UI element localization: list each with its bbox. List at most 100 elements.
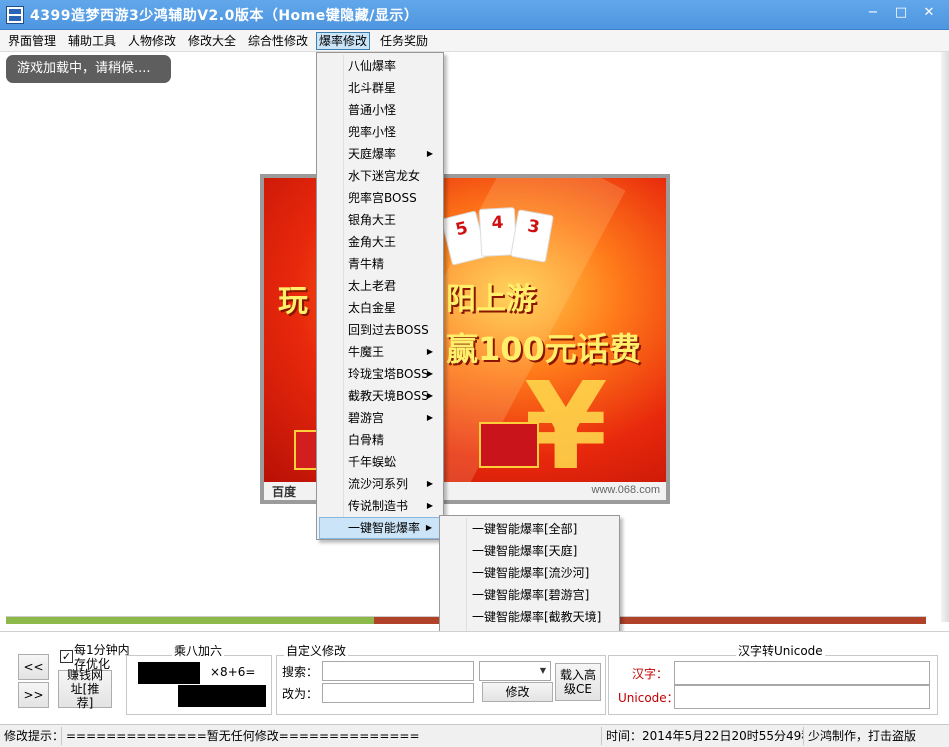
smart-drop-item[interactable]: 一键智能爆率[全部] [442,518,617,540]
modify-button[interactable]: 修改 [482,682,553,702]
unicode-input[interactable] [674,685,930,709]
multiply-result[interactable] [178,685,266,707]
drop-rate-item-label: 太白金星 [348,301,397,315]
drop-rate-item[interactable]: 北斗群星 [319,77,441,99]
loading-message: 游戏加载中，请稍候.... [6,55,171,83]
drop-rate-item[interactable]: 银角大王 [319,209,441,231]
right-scrollbar[interactable] [941,52,949,622]
menu-bar: 界面管理 辅助工具 人物修改 修改大全 综合性修改 爆率修改 任务奖励 [0,30,949,52]
drop-rate-item[interactable]: 牛魔王 ▶ [319,341,441,363]
drop-rate-item[interactable]: 太白金星 [319,297,441,319]
drop-rate-item[interactable]: 流沙河系列 ▶ [319,473,441,495]
drop-rate-item-label: 千年蜈蚣 [348,455,397,469]
menu-modify-all[interactable]: 修改大全 [186,32,238,50]
menu-interface[interactable]: 界面管理 [6,32,58,50]
menu-character[interactable]: 人物修改 [126,32,178,50]
drop-rate-item[interactable]: 太上老君 [319,275,441,297]
hanzi-input[interactable] [674,661,930,685]
drop-rate-item-label: 碧游宫 [348,411,385,425]
hanzi-label: 汉字： [632,667,669,681]
search-type-select[interactable]: ▼ [479,661,551,681]
submenu-arrow-icon: ▶ [426,501,433,510]
earn-money-button[interactable]: 赚钱网址[推荐] [58,668,112,710]
drop-rate-item[interactable]: 白骨精 [319,429,441,451]
submenu-arrow-icon: ▶ [426,413,433,422]
ad-headline-right: 阳上游 [446,282,536,317]
drop-rate-item-label: 北斗群星 [348,81,397,95]
smart-drop-item[interactable]: 一键智能爆率[天庭] [442,540,617,562]
prev-button[interactable]: << [18,654,49,680]
drop-rate-item[interactable]: 金角大王 [319,231,441,253]
drop-rate-item-label: 白骨精 [348,433,385,447]
drop-rate-item[interactable]: 一键智能爆率 ▶ [319,517,441,539]
close-button[interactable]: ✕ [911,2,947,24]
drop-rate-item[interactable]: 传说制造书 ▶ [319,495,441,517]
status-time: 时间：2014年5月22日20时55分49秒 [602,727,804,745]
search-label: 搜索： [282,665,319,679]
title-bar[interactable]: 4399造梦西游3少鸿辅助V2.0版本（Home键隐藏/显示） − □ ✕ [0,0,949,30]
status-hint-label: 修改提示： [0,727,62,745]
drop-rate-item[interactable]: 碧游宫 ▶ [319,407,441,429]
replace-input[interactable] [322,683,474,703]
drop-rate-item[interactable]: 青牛精 [319,253,441,275]
menu-drop-rate[interactable]: 爆率修改 [316,32,371,50]
drop-rate-item-label: 兜率小怪 [348,125,397,139]
ad-gift-box [479,422,539,468]
unicode-group-label: 汉字转Unicode [736,642,825,659]
multiply-group-label: 乘八加六 [172,642,225,659]
window-title: 4399造梦西游3少鸿辅助V2.0版本（Home键隐藏/显示） [30,8,419,24]
menu-quest-reward[interactable]: 任务奖励 [378,32,430,50]
drop-rate-item[interactable]: 回到过去BOSS [319,319,441,341]
drop-rate-item-label: 银角大王 [348,213,397,227]
multiply-expression: ×8+6= [210,665,256,679]
multiply-input[interactable] [138,662,200,684]
drop-rate-item[interactable]: 八仙爆率 [319,55,441,77]
custom-modify-label: 自定义修改 [284,642,349,659]
progress-fill [6,617,374,624]
drop-rate-item-label: 回到过去BOSS [348,323,429,337]
smart-drop-item[interactable]: 一键智能爆率[碧游宫] [442,584,617,606]
app-icon [6,6,24,24]
drop-rate-item[interactable]: 兜率宫BOSS [319,187,441,209]
drop-rate-item-label: 流沙河系列 [348,477,409,491]
menu-tools[interactable]: 辅助工具 [66,32,118,50]
drop-rate-item[interactable]: 截教天境BOSS ▶ [319,385,441,407]
drop-rate-item-label: 牛魔王 [348,345,385,359]
smart-drop-item[interactable]: 一键智能爆率[截教天境] [442,606,617,628]
drop-rate-item-label: 青牛精 [348,257,385,271]
drop-rate-item-label: 一键智能爆率 [348,521,421,535]
autosave-label: 每1分钟内存优化 [74,643,130,671]
drop-rate-item[interactable]: 水下迷宫龙女 [319,165,441,187]
drop-rate-item[interactable]: 玲珑宝塔BOSS ▶ [319,363,441,385]
submenu-arrow-icon: ▶ [426,479,433,488]
drop-rate-item[interactable]: 千年蜈蚣 [319,451,441,473]
replace-label: 改为： [282,687,319,701]
status-credit: 少鸿制作，打击盗版 [808,729,917,743]
smart-drop-item[interactable]: 一键智能爆率[流沙河] [442,562,617,584]
drop-rate-item[interactable]: 兜率小怪 [319,121,441,143]
ad-footer-baidu[interactable]: 百度 [272,483,296,500]
drop-rate-item-label: 八仙爆率 [348,59,397,73]
status-hint-text: ==============暂无任何修改============== [62,727,602,745]
drop-rate-item[interactable]: 普通小怪 [319,99,441,121]
drop-rate-item-label: 兜率宫BOSS [348,191,417,205]
autosave-checkbox[interactable]: ✓ [60,650,73,663]
drop-rate-item-label: 截教天境BOSS [348,389,429,403]
submenu-arrow-icon: ▶ [426,369,433,378]
drop-rate-item[interactable]: 天庭爆率 ▶ [319,143,441,165]
drop-rate-item-label: 金角大王 [348,235,397,249]
submenu-arrow-icon: ▶ [426,149,433,158]
drop-rate-item-label: 天庭爆率 [348,147,397,161]
drop-rate-menu: 八仙爆率北斗群星普通小怪兜率小怪天庭爆率 ▶ 水下迷宫龙女兜率宫BOSS 银角大王金角… [316,52,444,540]
submenu-arrow-icon: ▶ [426,391,433,400]
drop-rate-item-label: 普通小怪 [348,103,397,117]
load-ce-button[interactable]: 载入高级CE [555,663,601,701]
drop-rate-item-label: 传说制造书 [348,499,409,513]
minimize-button[interactable]: − [858,2,888,24]
ad-footer-site[interactable]: www.068.com [592,484,660,496]
menu-comprehensive[interactable]: 综合性修改 [246,32,310,50]
search-input[interactable] [322,661,474,681]
next-button[interactable]: >> [18,682,49,708]
drop-rate-item-label: 太上老君 [348,279,397,293]
submenu-arrow-icon: ▶ [425,523,432,532]
